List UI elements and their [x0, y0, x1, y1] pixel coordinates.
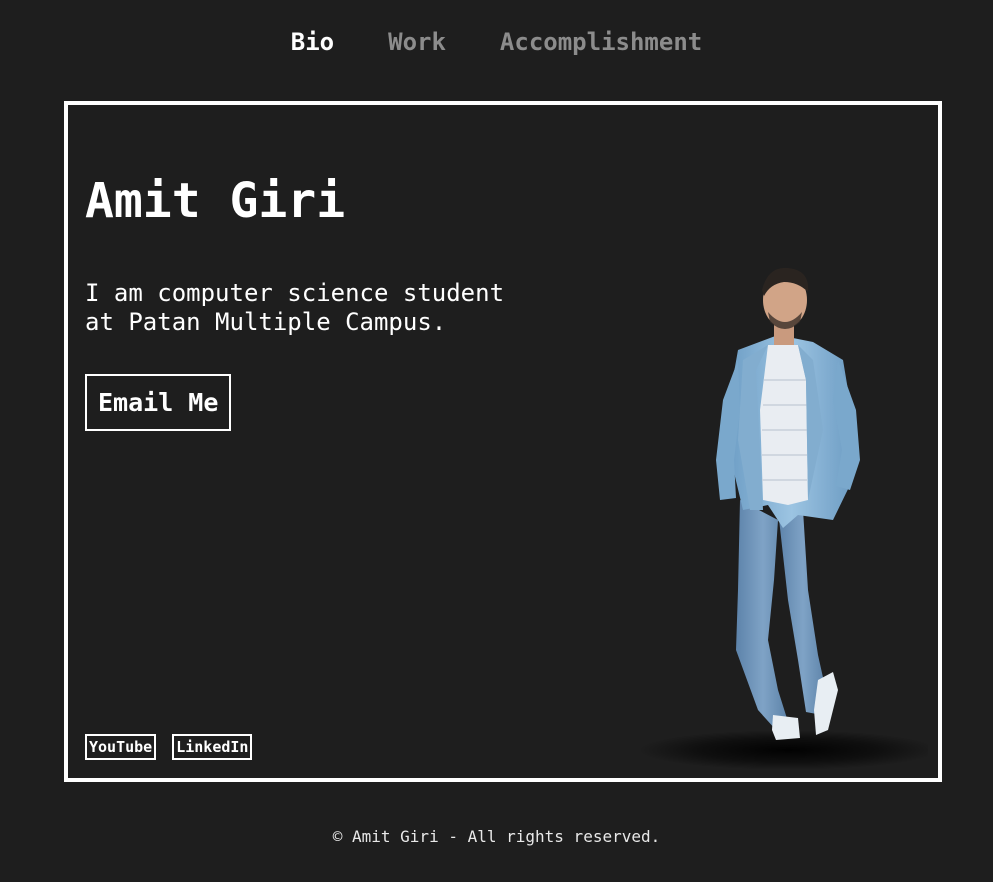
nav-tab-work[interactable]: Work — [388, 26, 446, 60]
social-links: YouTube LinkedIn — [85, 734, 268, 760]
bio-text: I am computer science student at Patan M… — [85, 279, 505, 336]
bio-card: Amit Giri I am computer science student … — [64, 101, 942, 782]
nav-tab-bio[interactable]: Bio — [291, 26, 334, 60]
page-title: Amit Giri — [85, 173, 346, 229]
linkedin-link[interactable]: LinkedIn — [172, 734, 253, 760]
youtube-link[interactable]: YouTube — [85, 734, 157, 760]
email-me-button[interactable]: Email Me — [85, 374, 232, 431]
copyright-text: © Amit Giri - All rights reserved. — [332, 827, 661, 846]
profile-photo — [638, 267, 928, 770]
footer: © Amit Giri - All rights reserved. — [0, 826, 993, 848]
top-nav: Bio Work Accomplishment — [0, 26, 993, 60]
nav-tab-accomplishment[interactable]: Accomplishment — [500, 26, 702, 60]
